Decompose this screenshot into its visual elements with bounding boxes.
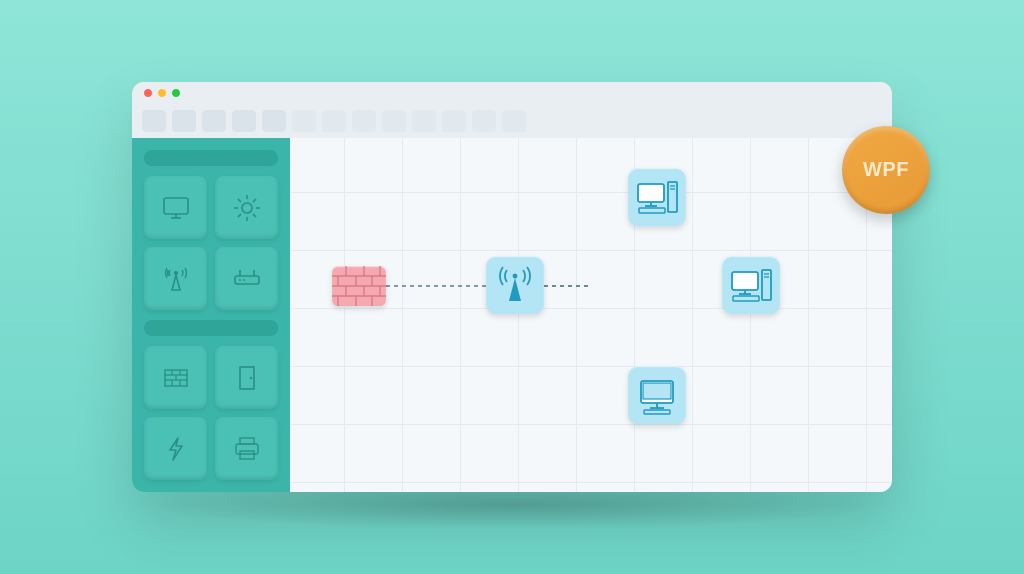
toolbar-item[interactable]	[142, 110, 166, 132]
toolbar-item[interactable]	[502, 110, 526, 132]
firewall-icon	[332, 266, 386, 306]
stencil-router[interactable]	[215, 247, 278, 310]
stencil-firewall[interactable]	[144, 346, 207, 409]
node-firewall[interactable]	[332, 266, 386, 306]
stencil-antenna[interactable]	[144, 247, 207, 310]
printer-icon	[230, 432, 264, 466]
stencil-brightness[interactable]	[215, 176, 278, 239]
node-computer-1[interactable]	[628, 168, 686, 226]
app-window: WPF	[132, 82, 892, 492]
router-icon	[230, 262, 264, 296]
badge-label: WPF	[863, 159, 909, 182]
node-antenna[interactable]	[486, 256, 544, 314]
stencil-door[interactable]	[215, 346, 278, 409]
toolbar-item[interactable]	[322, 110, 346, 132]
monitor-icon	[634, 372, 680, 418]
close-dot[interactable]	[144, 89, 152, 97]
stencil-thunder[interactable]	[144, 417, 207, 480]
toolbar-item[interactable]	[202, 110, 226, 132]
maximize-dot[interactable]	[172, 89, 180, 97]
stencil-grid	[144, 346, 278, 480]
titlebar	[132, 82, 892, 104]
toolbar-item[interactable]	[382, 110, 406, 132]
computer-tower-icon	[728, 262, 774, 308]
diagram-canvas[interactable]	[290, 138, 892, 492]
antenna-icon	[159, 262, 193, 296]
toolbar-item[interactable]	[262, 110, 286, 132]
brightness-icon	[230, 191, 264, 225]
thunder-icon	[159, 432, 193, 466]
node-monitor[interactable]	[628, 366, 686, 424]
minimize-dot[interactable]	[158, 89, 166, 97]
computer-tower-icon	[634, 174, 680, 220]
wpf-badge: WPF	[842, 126, 930, 214]
stencil-grid	[144, 176, 278, 310]
toolbar-item[interactable]	[472, 110, 496, 132]
content-area	[132, 138, 892, 492]
toolbar-item[interactable]	[232, 110, 256, 132]
stencil-section-header[interactable]	[144, 320, 278, 336]
toolbar-item[interactable]	[412, 110, 436, 132]
stencil-section-header[interactable]	[144, 150, 278, 166]
antenna-icon	[493, 263, 537, 307]
toolbar-item[interactable]	[292, 110, 316, 132]
node-computer-2[interactable]	[722, 256, 780, 314]
stencil-monitor[interactable]	[144, 176, 207, 239]
toolbar-item[interactable]	[442, 110, 466, 132]
toolbar-item[interactable]	[352, 110, 376, 132]
firewall-icon	[159, 361, 193, 395]
monitor-icon	[159, 191, 193, 225]
toolbar	[132, 104, 892, 138]
stencil-printer[interactable]	[215, 417, 278, 480]
toolbar-item[interactable]	[172, 110, 196, 132]
stencil-sidebar	[132, 138, 290, 492]
door-icon	[230, 361, 264, 395]
